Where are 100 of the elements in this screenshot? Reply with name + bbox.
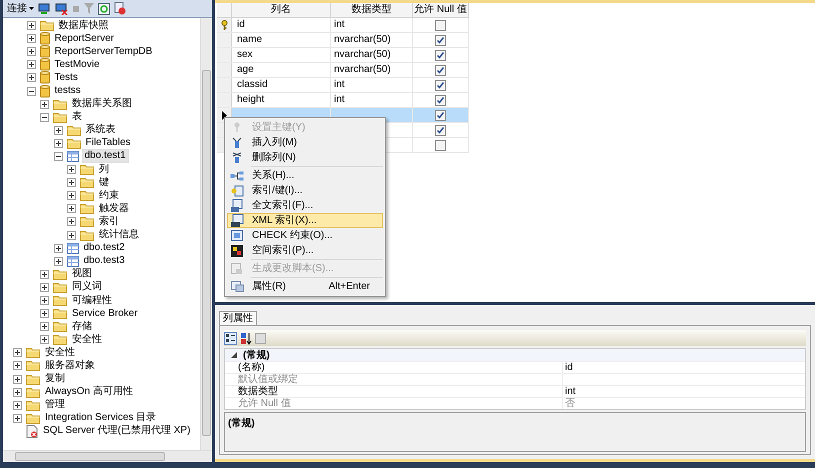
tree-item[interactable]: FileTables	[84, 137, 133, 150]
table-cell[interactable]: id	[237, 19, 245, 30]
expand-icon[interactable]	[40, 322, 49, 332]
disconnect-icon[interactable]	[55, 2, 68, 14]
collapse-icon[interactable]	[54, 152, 62, 161]
expand-icon[interactable]	[67, 178, 76, 188]
tree-item[interactable]: 系统表	[84, 124, 118, 136]
expand-icon[interactable]	[40, 100, 49, 109]
tree-item[interactable]: 键	[97, 176, 111, 189]
tree-item[interactable]: 数据库关系图	[70, 98, 134, 110]
expand-icon[interactable]	[26, 21, 36, 30]
property-value[interactable]: int	[565, 386, 576, 397]
menu-item[interactable]: 空间索引(P)...	[227, 243, 383, 258]
checkbox[interactable]	[435, 94, 446, 106]
tree-item[interactable]: 表	[70, 111, 84, 124]
tree-item[interactable]: Tests	[52, 72, 80, 84]
tree-item[interactable]: 视图	[70, 268, 94, 280]
tree-item[interactable]: 触发器	[97, 202, 131, 215]
menu-item[interactable]: 全文索引(F)...	[227, 198, 383, 213]
refresh-icon[interactable]	[98, 2, 110, 14]
tree-item[interactable]: 服务器对象	[43, 360, 97, 372]
menu-item[interactable]: 插入列(M)	[227, 135, 383, 150]
menu-item[interactable]: 删除列(N)	[227, 150, 383, 165]
tree-item[interactable]: AlwaysOn 高可用性	[43, 386, 135, 398]
tree-item[interactable]: 安全性	[70, 334, 104, 346]
table-cell[interactable]: int	[334, 79, 345, 90]
expand-icon[interactable]	[67, 165, 76, 174]
checkbox[interactable]	[435, 20, 446, 30]
expand-icon[interactable]	[26, 47, 36, 56]
menu-item[interactable]: 索引/键(I)...	[227, 183, 383, 198]
collapse-icon[interactable]	[26, 86, 36, 96]
tree-item[interactable]: 索引	[97, 216, 121, 228]
expand-icon[interactable]	[13, 361, 22, 370]
tree-item[interactable]: ReportServerTempDB	[52, 46, 154, 58]
tree-item[interactable]: 复制	[43, 373, 67, 386]
column-header[interactable]: 列名	[232, 3, 331, 17]
expand-icon[interactable]	[54, 126, 62, 135]
expand-icon[interactable]	[40, 296, 49, 306]
tree-item[interactable]: 管理	[43, 399, 67, 412]
collapse-icon[interactable]	[231, 352, 237, 358]
checkbox[interactable]	[435, 140, 446, 150]
checkbox[interactable]	[435, 110, 446, 120]
table-row[interactable]: classid int	[217, 78, 469, 93]
properties-tab[interactable]: 列属性	[219, 311, 257, 325]
activity-icon[interactable]	[114, 2, 126, 15]
expand-icon[interactable]	[54, 244, 62, 253]
expand-icon[interactable]	[40, 309, 49, 318]
tree-item[interactable]: Integration Services 目录	[43, 412, 158, 424]
collapse-icon[interactable]	[40, 112, 49, 122]
property-value[interactable]: id	[565, 362, 573, 373]
expand-icon[interactable]	[40, 282, 49, 292]
table-cell[interactable]: nvarchar(50)	[334, 64, 391, 75]
caret-icon[interactable]	[29, 7, 34, 10]
column-header[interactable]: 允许 Null 值	[413, 3, 469, 17]
tree-item[interactable]: 安全性	[43, 346, 77, 359]
table-row[interactable]: sex nvarchar(50)	[217, 48, 469, 63]
horizontal-scrollbar[interactable]	[3, 450, 212, 462]
categorized-icon[interactable]	[224, 332, 237, 344]
expand-icon[interactable]	[13, 400, 22, 410]
table-cell[interactable]: nvarchar(50)	[334, 49, 391, 60]
expand-icon[interactable]	[67, 191, 76, 200]
tree-item[interactable]: 可编程性	[70, 294, 114, 307]
expand-icon[interactable]	[67, 204, 76, 214]
tree-item[interactable]: 列	[97, 164, 111, 176]
expand-icon[interactable]	[13, 414, 22, 423]
table-cell[interactable]: sex	[237, 49, 253, 60]
tree-item[interactable]: 存储	[70, 320, 94, 333]
table-row[interactable]: id int	[217, 18, 469, 33]
tree-item[interactable]: testss	[52, 85, 83, 98]
tree-item[interactable]: Service Broker	[70, 308, 140, 320]
tree-item[interactable]: 约束	[97, 190, 121, 202]
checkbox[interactable]	[435, 34, 446, 46]
table-cell[interactable]: height	[237, 94, 264, 105]
expand-icon[interactable]	[26, 34, 36, 44]
tree-item[interactable]: 同义词	[70, 281, 104, 294]
tree-item[interactable]: SQL Server 代理(已禁用代理 XP)	[41, 425, 192, 438]
tree-item[interactable]: 数据库快照	[56, 20, 110, 32]
tree-item[interactable]: 统计信息	[97, 229, 141, 242]
connect-icon[interactable]	[38, 2, 51, 14]
table-cell[interactable]: int	[334, 19, 345, 30]
tree-item[interactable]: TestMovie	[52, 58, 102, 71]
tree-item[interactable]: ReportServer	[52, 32, 116, 45]
column-header[interactable]: 数据类型	[331, 3, 413, 17]
expand-icon[interactable]	[54, 138, 62, 148]
connect-button[interactable]: 连接	[7, 1, 34, 16]
expand-icon[interactable]	[13, 374, 22, 384]
expand-icon[interactable]	[26, 60, 36, 70]
table-cell[interactable]: name	[237, 34, 262, 45]
menu-item[interactable]: 关系(H)...	[227, 168, 383, 183]
expand-icon[interactable]	[67, 230, 76, 240]
expand-icon[interactable]	[54, 256, 62, 266]
tree-item[interactable]: dbo.test3	[82, 255, 127, 268]
checkbox[interactable]	[435, 64, 446, 76]
menu-item[interactable]: 属性(R) Alt+Enter	[227, 279, 383, 294]
expand-icon[interactable]	[40, 335, 49, 344]
menu-item[interactable]: XML 索引(X)...	[227, 213, 383, 228]
vertical-scrollbar[interactable]	[200, 18, 212, 450]
tree-item[interactable]: dbo.test1	[82, 149, 129, 164]
expand-icon[interactable]	[26, 73, 36, 82]
expand-icon[interactable]	[40, 270, 49, 279]
